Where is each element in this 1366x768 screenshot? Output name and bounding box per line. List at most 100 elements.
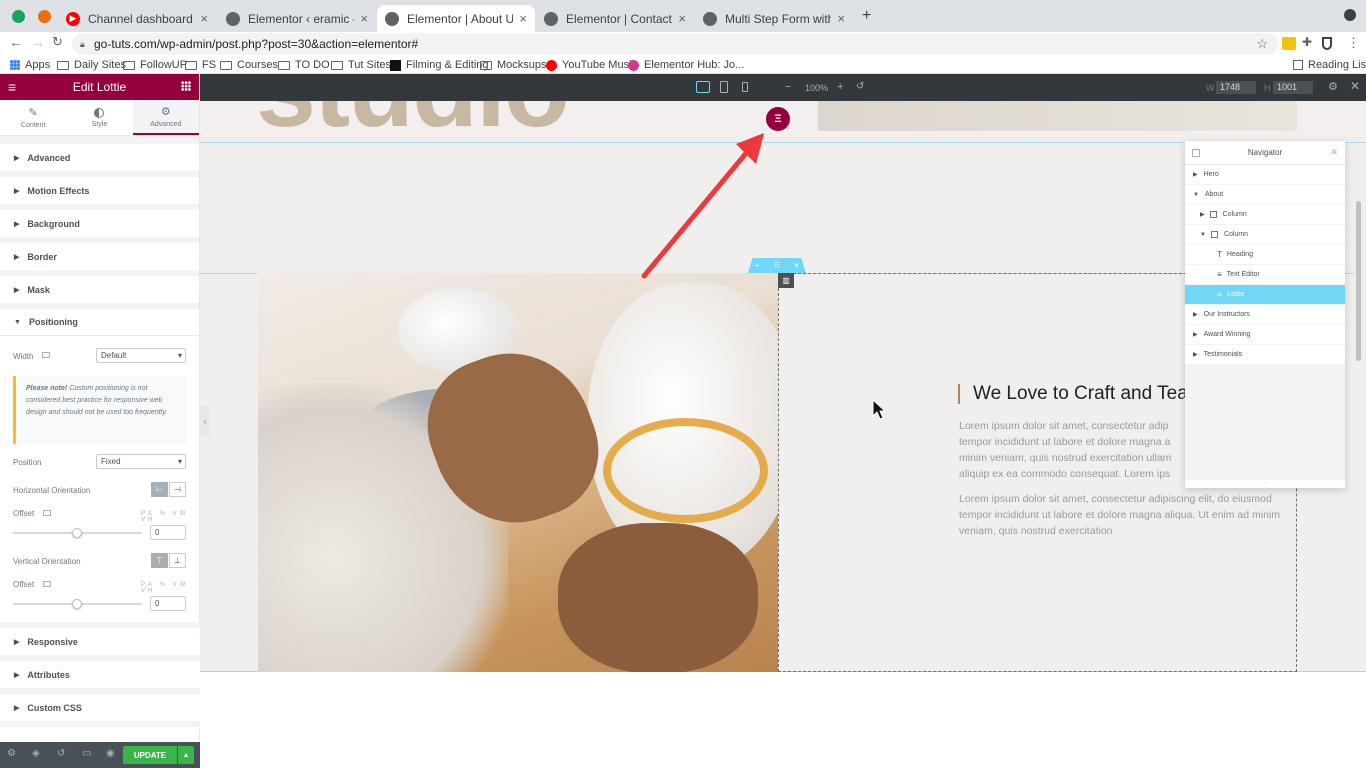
width-select[interactable]: Default [96, 348, 186, 363]
bookmark-courses[interactable]: Courses [220, 57, 278, 73]
close-icon[interactable]: × [678, 11, 686, 26]
tab-about-us[interactable]: Elementor | About Us × [377, 5, 535, 32]
offset-v-handle[interactable] [72, 599, 82, 609]
new-tab-button[interactable]: + [862, 7, 871, 25]
navigator-item-column-1[interactable]: ▶ Column [1185, 205, 1345, 225]
desktop-icon[interactable] [696, 81, 710, 93]
bookmark-tut-sites[interactable]: Tut Sites [331, 57, 391, 73]
section-attributes[interactable]: ▶ Attributes [0, 661, 200, 694]
align-bottom-icon[interactable]: ⊥ [169, 553, 186, 568]
back-icon[interactable]: ← [9, 34, 23, 50]
desktop-icon[interactable] [43, 510, 51, 516]
close-icon[interactable]: × [519, 11, 527, 26]
url-input[interactable]: 🔒︎ go-tuts.com/wp-admin/post.php?post=30… [72, 33, 1278, 55]
column-handle-icon[interactable]: ▥ [778, 273, 794, 288]
section-positioning[interactable]: ▼ Positioning [0, 309, 199, 336]
mobile-icon[interactable] [742, 82, 748, 92]
section-responsive[interactable]: ▶ Responsive [0, 628, 200, 661]
section-advanced[interactable]: ▶ Advanced [0, 144, 199, 177]
zoom-in-icon[interactable]: + [837, 81, 843, 93]
bookmark-todo[interactable]: TO DO [278, 57, 330, 73]
navigator-item-instructors[interactable]: ▶ Our Instructors [1185, 305, 1345, 325]
extension-icon[interactable] [12, 10, 25, 23]
bookmark-fs[interactable]: FS [185, 57, 216, 73]
offset-h-input[interactable]: 0 [150, 525, 186, 540]
navigator-item-column-2[interactable]: ▼ Column [1185, 225, 1345, 245]
bookmark-daily-sites[interactable]: Daily Sites [57, 57, 126, 73]
offset-v-input[interactable]: 0 [150, 596, 186, 611]
star-icon[interactable]: ☆ [1256, 33, 1268, 55]
bookmark-followup[interactable]: FollowUP [123, 57, 187, 73]
close-icon[interactable]: × [360, 11, 368, 26]
layers-icon[interactable]: ◈ [32, 748, 40, 759]
close-icon[interactable]: × [200, 11, 208, 26]
align-right-icon[interactable]: ⊣ [169, 482, 186, 497]
close-icon[interactable]: × [794, 261, 799, 270]
section-border[interactable]: ▶ Border [0, 243, 199, 276]
tab-content[interactable]: ✎ Content [0, 100, 66, 135]
history-icon[interactable]: ↺ [57, 748, 65, 759]
preview-eye-icon[interactable]: ◉ [106, 748, 115, 759]
about-paragraph-2[interactable]: Lorem ipsum dolor sit amet, consectetur … [959, 491, 1299, 539]
collapse-panel-icon[interactable]: ‹ [200, 406, 210, 436]
bookmark-elementor-hub[interactable]: Elementor Hub: Jo... [628, 57, 744, 73]
tab-search-icon[interactable] [1344, 9, 1356, 21]
desktop-icon[interactable] [43, 581, 51, 587]
puzzle-icon[interactable]: ✚ [1302, 35, 1312, 49]
navigator-resize-handle[interactable]: ··· [1185, 479, 1345, 488]
align-left-icon[interactable]: ⊢ [151, 482, 168, 497]
about-heading[interactable]: We Love to Craft and Tea [973, 383, 1188, 405]
close-icon[interactable]: × [837, 11, 845, 26]
align-top-icon[interactable]: ⊤ [151, 553, 168, 568]
section-background[interactable]: ▶ Background [0, 210, 199, 243]
position-select[interactable]: Fixed [96, 454, 186, 469]
update-options-button[interactable]: ▲ [178, 746, 194, 764]
reading-list-button[interactable]: Reading List [1293, 57, 1366, 73]
scrollbar-thumb[interactable] [1356, 201, 1361, 361]
settings-icon[interactable]: ⚙ [7, 748, 16, 759]
about-paragraph-1[interactable]: Lorem ipsum dolor sit amet, consectetur … [959, 418, 1191, 482]
offset-h-handle[interactable] [72, 528, 82, 538]
tab-contact-us[interactable]: Elementor | Contact Us× [536, 5, 694, 32]
tab-youtube[interactable]: ▶Channel dashboard - YouTube× [58, 5, 216, 32]
reload-icon[interactable]: ↻ [52, 34, 63, 50]
responsive-icon[interactable]: ▭ [82, 748, 91, 759]
tab-advanced[interactable]: ⚙ Advanced [132, 100, 199, 135]
zoom-out-icon[interactable]: − [785, 81, 791, 93]
offset-h-units[interactable]: PX % VW VH [141, 511, 199, 523]
canvas-height-input[interactable]: 1001 [1273, 81, 1313, 94]
widgets-grid-icon[interactable] [181, 81, 191, 91]
navigator-item-hero[interactable]: ▶ Hero [1185, 165, 1345, 185]
menu-dots-icon[interactable]: ⋮ [1347, 35, 1360, 51]
reset-zoom-icon[interactable]: ↺ [856, 81, 864, 92]
extension-icon[interactable] [1282, 37, 1296, 50]
navigator-item-text-editor[interactable]: ≡ Text Editor [1185, 265, 1345, 285]
section-motion-effects[interactable]: ▶ Motion Effects [0, 177, 199, 210]
collapse-all-icon[interactable] [1192, 149, 1200, 157]
bookmark-apps[interactable]: Apps [10, 57, 50, 73]
pottery-image[interactable] [258, 273, 778, 672]
navigator-item-testimonials[interactable]: ▶ Testimonials [1185, 345, 1345, 365]
update-button[interactable]: UPDATE [123, 746, 177, 764]
section-custom-css[interactable]: ▶ Custom CSS [0, 694, 200, 727]
bookmark-filming[interactable]: Filming & Editing [390, 57, 489, 73]
navigator-item-heading[interactable]: T Heading [1185, 245, 1345, 265]
canvas-width-input[interactable]: 1748 [1216, 81, 1256, 94]
forward-icon[interactable]: → [31, 34, 45, 50]
pinned-tab-icon[interactable] [38, 10, 51, 23]
navigator-header[interactable]: Navigator ✕ [1185, 141, 1345, 165]
section-mask[interactable]: ▶ Mask [0, 276, 199, 309]
tablet-icon[interactable] [720, 81, 728, 93]
navigator-item-lottie[interactable]: ⟡ Lottie [1185, 285, 1345, 305]
desktop-icon[interactable] [42, 352, 50, 358]
tab-elementor-wp[interactable]: Elementor ‹ eramic — WordPress× [218, 5, 376, 32]
tab-multistep[interactable]: Multi Step Form with Progress× [695, 5, 853, 32]
navigator-item-award[interactable]: ▶ Award Winning [1185, 325, 1345, 345]
bookmark-mockups[interactable]: Mocksups [480, 57, 547, 73]
settings-icon[interactable]: ⚙ [1328, 80, 1338, 93]
bookmark-youtube-music[interactable]: YouTube Music [546, 57, 637, 73]
close-icon[interactable]: ✕ [1330, 147, 1338, 158]
extension-icon[interactable] [1322, 37, 1332, 50]
close-icon[interactable]: ✕ [1350, 79, 1360, 93]
tab-style[interactable]: Style [66, 100, 132, 135]
